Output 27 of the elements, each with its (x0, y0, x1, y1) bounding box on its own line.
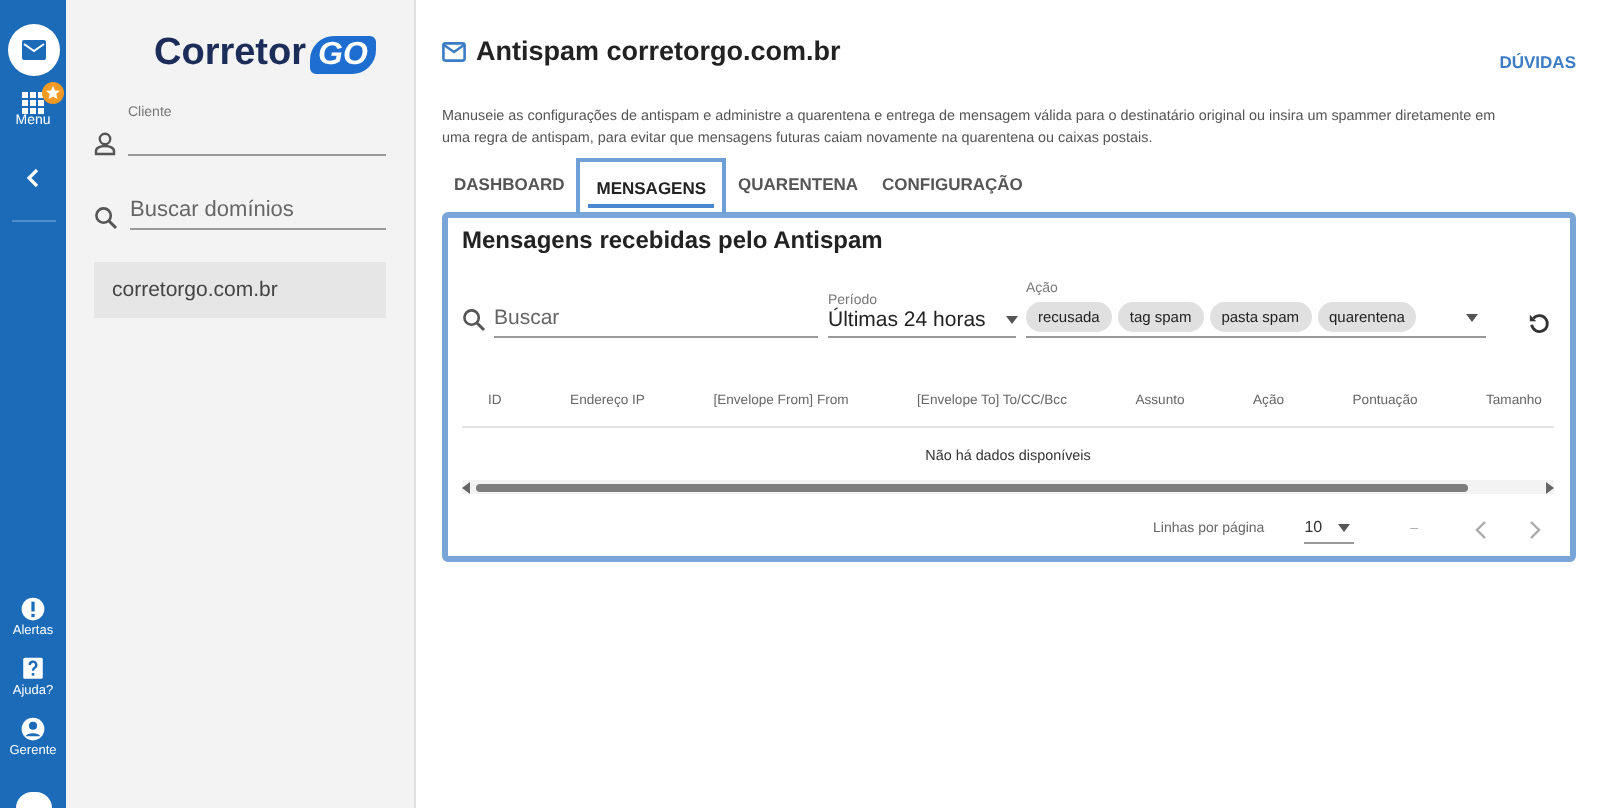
person-icon (94, 131, 116, 156)
tab[interactable]: DASHBOARD (442, 158, 577, 214)
scroll-left-icon[interactable] (462, 481, 472, 493)
rows-per-page-select[interactable]: 10 (1304, 514, 1355, 544)
tab[interactable]: QUARENTENA (726, 158, 871, 214)
domain-search-field[interactable]: Buscar domínios (130, 191, 386, 230)
search-field[interactable]: Buscar (494, 300, 818, 338)
scroll-right-icon[interactable] (1544, 481, 1554, 493)
alert-icon[interactable] (19, 596, 46, 622)
mail-button[interactable] (7, 24, 59, 76)
user-icon[interactable] (20, 716, 46, 742)
tab[interactable]: MENSAGENS (576, 158, 727, 214)
search-icon (94, 205, 118, 230)
horizontal-scrollbar[interactable] (462, 480, 1554, 494)
mail-icon (442, 41, 466, 61)
card-title: Mensagens recebidas pelo Antispam (462, 226, 885, 254)
tab[interactable]: CONFIGURAÇÃO (870, 158, 1035, 214)
domain-item[interactable]: corretorgo.com.br (94, 261, 386, 318)
page-title: Antispam corretorgo.com.br (476, 36, 843, 66)
mail-icon (21, 40, 45, 60)
help-icon[interactable] (20, 656, 46, 682)
grid-icon[interactable] (21, 92, 44, 114)
refresh-icon[interactable] (1528, 312, 1550, 334)
search-icon (462, 307, 486, 331)
circle-button[interactable] (15, 792, 51, 808)
logo: Corretor GO (154, 32, 376, 78)
help-link[interactable]: DÚVIDAS (1499, 52, 1576, 72)
